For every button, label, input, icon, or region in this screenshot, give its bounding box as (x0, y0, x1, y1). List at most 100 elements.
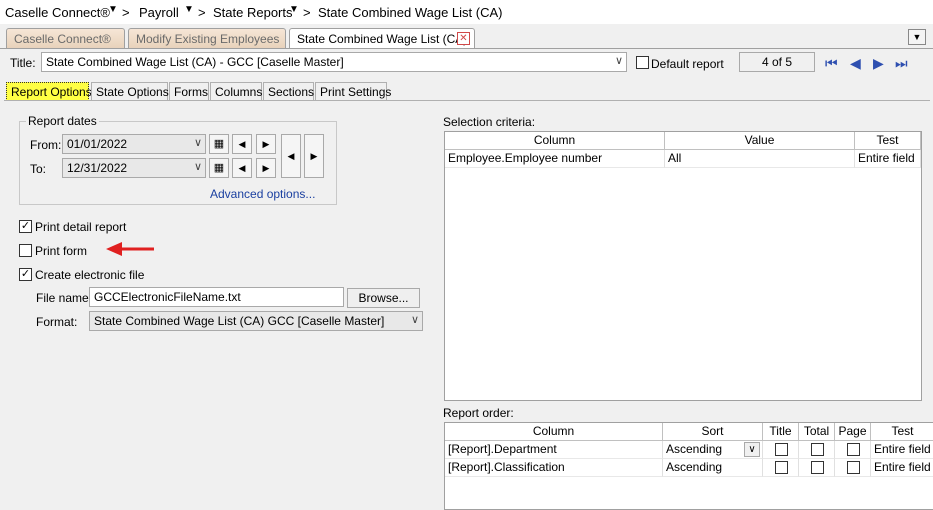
first-record-icon[interactable]: ⏮ (825, 55, 838, 72)
last-record-icon[interactable]: ⏭ (895, 55, 908, 72)
page-header[interactable]: Page (835, 423, 871, 441)
tab-report-options[interactable]: Report Options (6, 82, 92, 101)
table-cell[interactable]: Entire field (871, 459, 933, 477)
format-value: State Combined Wage List (CA) GCC [Casel… (94, 314, 385, 328)
tab-divider (4, 100, 930, 101)
page-cell (835, 459, 871, 477)
arrow-left-icon: ◀ (287, 151, 295, 161)
sort-header[interactable]: Sort (663, 423, 763, 441)
browse-label: Browse... (358, 291, 409, 305)
close-icon[interactable]: ✕ (457, 32, 470, 45)
to-calendar-icon[interactable]: ▦ (209, 158, 229, 178)
breadcrumb-separator-icon: > (198, 5, 206, 20)
to-date-field[interactable]: 12/31/2022 ∨ (62, 158, 206, 178)
tab-state-options[interactable]: State Options (91, 82, 169, 101)
total-checkbox[interactable] (811, 443, 824, 456)
record-position-text: 4 of 5 (761, 55, 793, 69)
chevron-down-icon[interactable]: ▼ (108, 4, 118, 15)
page-checkbox[interactable] (847, 461, 860, 474)
previous-record-icon[interactable]: ◀ (850, 55, 861, 72)
column-header[interactable]: Column (445, 132, 665, 150)
report-dates-label: Report dates (26, 114, 99, 128)
tab-label: Print Settings (320, 85, 392, 99)
chevron-down-icon[interactable]: ▼ (184, 4, 194, 15)
annotation-arrow-icon (106, 242, 154, 256)
page-checkbox[interactable] (847, 443, 860, 456)
tab-forms[interactable]: Forms (169, 82, 209, 101)
arrow-left-icon: ◀ (238, 163, 246, 173)
table-cell[interactable]: Ascending (663, 459, 763, 477)
to-next-button[interactable]: ▶ (256, 158, 276, 178)
title-checkbox[interactable] (775, 461, 788, 474)
tab-label: Caselle Connect® (14, 32, 111, 46)
total-checkbox[interactable] (811, 461, 824, 474)
sort-value: Ascending (666, 442, 723, 456)
chevron-down-icon[interactable]: ▼ (289, 4, 299, 15)
title-checkbox[interactable] (775, 443, 788, 456)
total-header[interactable]: Total (799, 423, 835, 441)
print-detail-checkbox[interactable]: ✓ (19, 220, 32, 233)
to-date-value: 12/31/2022 (67, 161, 128, 175)
report-order-grid[interactable]: Column Sort Title Total Page Test [Repor… (444, 422, 933, 510)
title-value: State Combined Wage List (CA) - GCC [Cas… (46, 55, 344, 69)
create-file-checkbox[interactable]: ✓ (19, 268, 32, 281)
table-cell[interactable]: Entire field (855, 150, 921, 168)
tab-list-dropdown-button[interactable]: ▼ (908, 29, 926, 45)
total-cell (799, 441, 835, 459)
title-dropdown[interactable]: State Combined Wage List (CA) - GCC [Cas… (41, 52, 627, 72)
title-cell (763, 441, 799, 459)
tab-caselle-connect[interactable]: Caselle Connect® (6, 28, 125, 48)
format-dropdown[interactable]: State Combined Wage List (CA) GCC [Casel… (89, 311, 423, 331)
sort-dropdown[interactable]: Ascending ∨ (663, 441, 763, 459)
from-next-button[interactable]: ▶ (256, 134, 276, 154)
table-cell[interactable]: All (665, 150, 855, 168)
table-cell[interactable]: Employee.Employee number (445, 150, 665, 168)
report-order-label: Report order: (443, 406, 514, 420)
title-cell (763, 459, 799, 477)
record-position: 4 of 5 (739, 52, 815, 72)
title-header[interactable]: Title (763, 423, 799, 441)
value-header[interactable]: Value (665, 132, 855, 150)
test-header[interactable]: Test (855, 132, 921, 150)
breadcrumb-separator-icon: > (303, 5, 311, 20)
selection-criteria-grid[interactable]: Column Value Test Employee.Employee numb… (444, 131, 922, 401)
file-name-value: GCCElectronicFileName.txt (94, 290, 241, 304)
default-report-checkbox[interactable] (636, 56, 649, 69)
from-date-field[interactable]: 01/01/2022 ∨ (62, 134, 206, 154)
tab-sections[interactable]: Sections (263, 82, 314, 101)
test-header[interactable]: Test (871, 423, 933, 441)
from-calendar-icon[interactable]: ▦ (209, 134, 229, 154)
chevron-down-icon: ▼ (912, 32, 922, 42)
arrow-right-icon: ▶ (262, 139, 270, 149)
file-name-input[interactable]: GCCElectronicFileName.txt (89, 287, 344, 307)
from-prev-button[interactable]: ◀ (232, 134, 252, 154)
range-next-button[interactable]: ▶ (304, 134, 324, 178)
print-form-label: Print form (35, 244, 88, 258)
create-file-label: Create electronic file (35, 268, 145, 282)
print-form-checkbox[interactable] (19, 244, 32, 257)
arrow-right-icon: ▶ (262, 163, 270, 173)
next-record-icon[interactable]: ▶ (873, 55, 884, 72)
tab-modify-existing-employees[interactable]: Modify Existing Employees (128, 28, 286, 48)
tab-columns[interactable]: Columns (210, 82, 262, 101)
tab-state-combined-wage-list[interactable]: State Combined Wage List (CA) ✕ (289, 28, 475, 49)
chevron-down-icon: ∨ (193, 137, 202, 149)
tab-label: Report Options (11, 85, 92, 99)
breadcrumb-state-reports[interactable]: State Reports (213, 5, 293, 20)
tab-label: Sections (268, 85, 315, 99)
range-prev-button[interactable]: ◀ (281, 134, 301, 178)
tab-print-settings[interactable]: Print Settings (315, 82, 391, 101)
browse-button[interactable]: Browse... (347, 288, 420, 308)
format-label: Format: (36, 315, 78, 329)
table-cell[interactable]: [Report].Classification (445, 459, 663, 477)
advanced-options-link[interactable]: Advanced options... (210, 187, 315, 201)
table-cell[interactable]: [Report].Department (445, 441, 663, 459)
selection-criteria-label: Selection criteria: (443, 115, 536, 129)
arrow-right-icon: ▶ (310, 151, 318, 161)
from-date-value: 01/01/2022 (67, 137, 128, 151)
breadcrumb-root[interactable]: Caselle Connect® (5, 5, 110, 20)
column-header[interactable]: Column (445, 423, 663, 441)
to-prev-button[interactable]: ◀ (232, 158, 252, 178)
table-cell[interactable]: Entire field (871, 441, 933, 459)
breadcrumb-payroll[interactable]: Payroll (139, 5, 179, 20)
